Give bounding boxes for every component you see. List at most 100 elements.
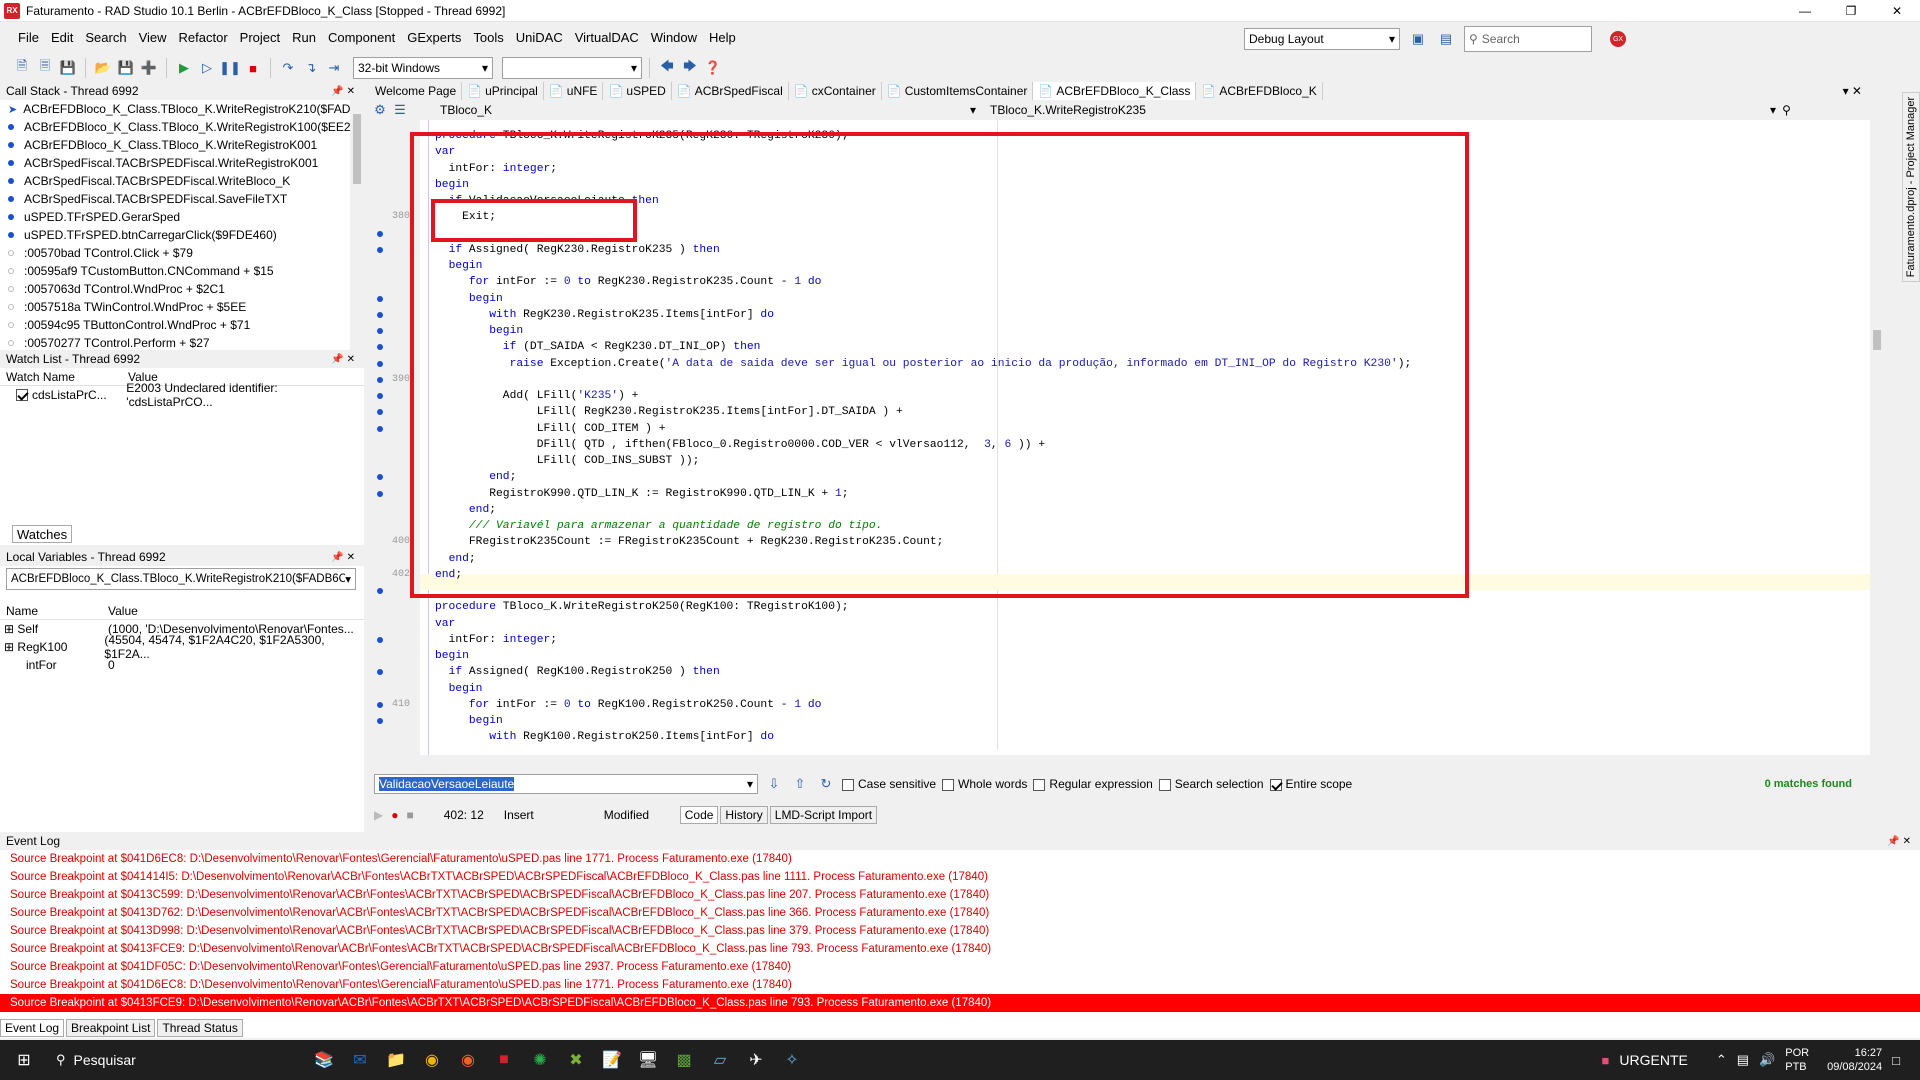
- tab-acbrspedfiscal[interactable]: 📄 ACBrSpedFiscal: [672, 82, 789, 100]
- tab-list-icon[interactable]: ▾ ✕: [1843, 84, 1862, 98]
- event-log-row[interactable]: Source Breakpoint at $041414I5: D:\Desen…: [0, 868, 1920, 886]
- menu-project[interactable]: Project: [234, 30, 286, 45]
- local-vars-frame-combo[interactable]: ACBrEFDBloco_K_Class.TBloco_K.WriteRegis…: [6, 568, 356, 590]
- rad-studio-taskbar-icon[interactable]: ■: [486, 1042, 522, 1078]
- terminal-icon[interactable]: ▩: [666, 1042, 702, 1078]
- call-stack-item[interactable]: ACBrEFDBloco_K_Class.TBloco_K.WriteRegis…: [0, 136, 364, 154]
- configuration-combo[interactable]: ▾: [502, 57, 642, 79]
- menu-tools[interactable]: Tools: [467, 30, 509, 45]
- search-icon[interactable]: ⚲: [1782, 103, 1791, 117]
- tab-code[interactable]: Code: [679, 806, 719, 824]
- call-stack-item[interactable]: :00594c95 TButtonControl.WndProc + $71: [0, 316, 364, 334]
- save-layout-icon[interactable]: ▣: [1408, 29, 1428, 49]
- expand-icon[interactable]: ⊞: [4, 622, 14, 636]
- editor-scrollbar[interactable]: [1870, 120, 1884, 755]
- local-var-row[interactable]: ⊞ RegK100 (45504, 45474, $1F2A4C20, $1F2A…: [0, 633, 364, 661]
- expand-icon[interactable]: ⊞: [4, 640, 14, 654]
- call-stack-item[interactable]: :00570bad TControl.Click + $79: [0, 244, 364, 262]
- menu-component[interactable]: Component: [322, 30, 401, 45]
- nav-icon-2[interactable]: ☰: [390, 100, 410, 120]
- notepad-icon[interactable]: 📝: [594, 1042, 630, 1078]
- save-all-icon[interactable]: 💾: [116, 58, 136, 78]
- nav-method[interactable]: TBloco_K.WriteRegistroK235: [990, 103, 1770, 117]
- notification-icon[interactable]: ■: [1602, 1053, 1610, 1068]
- breakpoint-marker[interactable]: [377, 311, 383, 318]
- books-icon[interactable]: 📚: [306, 1042, 342, 1078]
- nav-class[interactable]: TBloco_K: [440, 103, 970, 117]
- menu-gexperts[interactable]: GExperts: [401, 30, 467, 45]
- step-over-icon[interactable]: ↷: [278, 58, 298, 78]
- search-text-input[interactable]: ValidacaoVersaoeLeiaute ▾: [374, 774, 758, 794]
- menu-run[interactable]: Run: [286, 30, 322, 45]
- tab-uprincipal[interactable]: 📄 uPrincipal: [462, 82, 544, 100]
- restore-button[interactable]: ❐: [1828, 0, 1874, 22]
- tool-icon[interactable]: ✖: [558, 1042, 594, 1078]
- open-project-icon[interactable]: 📂: [93, 58, 113, 78]
- network-app-icon[interactable]: ✺: [522, 1042, 558, 1078]
- menu-unidac[interactable]: UniDAC: [510, 30, 569, 45]
- tray-chevron-icon[interactable]: ⌃: [1716, 1052, 1727, 1068]
- breakpoint-marker[interactable]: [377, 360, 383, 367]
- tab-usped[interactable]: 📄 uSPED: [603, 82, 672, 100]
- menu-edit[interactable]: Edit: [45, 30, 79, 45]
- event-log-row[interactable]: Source Breakpoint at $041D6EC8: D:\Desen…: [0, 850, 1920, 868]
- call-stack-item[interactable]: ACBrSpedFiscal.TACBrSPEDFiscal.WriteBloc…: [0, 172, 364, 190]
- app-icon[interactable]: 🖥: [630, 1042, 666, 1078]
- call-stack-item[interactable]: :0057063d TControl.WndProc + $2C1: [0, 280, 364, 298]
- run-to-cursor-icon[interactable]: ⇥: [324, 58, 344, 78]
- clock[interactable]: 16:27 09/08/2024: [1827, 1046, 1882, 1074]
- layout-combo[interactable]: Debug Layout ▾: [1244, 28, 1400, 50]
- menu-search[interactable]: Search: [79, 30, 132, 45]
- pin-close-icon[interactable]: 📌✕: [331, 354, 358, 365]
- event-log-row[interactable]: Source Breakpoint at $0413FCE9: D:\Desen…: [0, 940, 1920, 958]
- urgent-label[interactable]: URGENTE: [1619, 1052, 1687, 1068]
- tab-cxcontainer[interactable]: 📄 cxContainer: [789, 82, 882, 100]
- breakpoint-marker[interactable]: [377, 328, 383, 334]
- save-icon[interactable]: 💾: [58, 58, 78, 78]
- case-sensitive-checkbox[interactable]: Case sensitive: [842, 777, 936, 791]
- entire-scope-checkbox[interactable]: Entire scope: [1269, 777, 1352, 791]
- pause-icon[interactable]: ❚❚: [219, 58, 241, 78]
- call-stack-item[interactable]: uSPED.TFrSPED.GerarSped: [0, 208, 364, 226]
- menu-help[interactable]: Help: [703, 30, 742, 45]
- language-indicator[interactable]: POR PTB: [1785, 1046, 1809, 1074]
- breakpoint-marker[interactable]: [377, 718, 383, 724]
- set-layout-icon[interactable]: ▤: [1436, 29, 1456, 49]
- stop-icon[interactable]: ■: [243, 58, 263, 78]
- macro-record-icon[interactable]: ●: [391, 808, 398, 822]
- run-icon[interactable]: ▶: [174, 58, 194, 78]
- breakpoint-marker[interactable]: [377, 230, 383, 237]
- macro-play-icon[interactable]: ▶: [374, 808, 383, 822]
- trace-into-icon[interactable]: ↴: [301, 58, 321, 78]
- project-manager-side-tab[interactable]: Faturamento.dproj - Project Manager: [1902, 92, 1920, 282]
- chevron-down-icon[interactable]: ▾: [970, 103, 976, 117]
- tab-lmd-script-import[interactable]: LMD-Script Import: [769, 806, 878, 824]
- tab-welcome-page[interactable]: Welcome Page: [370, 82, 463, 100]
- breakpoint-marker[interactable]: [377, 588, 383, 594]
- breakpoint-marker[interactable]: [377, 393, 383, 399]
- volume-icon[interactable]: 🔊: [1759, 1052, 1775, 1068]
- tab-event-log[interactable]: Event Log: [0, 1019, 65, 1037]
- tab-history[interactable]: History: [720, 806, 768, 824]
- breakpoint-marker[interactable]: [377, 409, 383, 416]
- menu-view[interactable]: View: [133, 30, 173, 45]
- find-next-icon[interactable]: ⇩: [764, 774, 784, 794]
- macro-stop-icon[interactable]: ■: [406, 808, 413, 822]
- whole-words-checkbox[interactable]: Whole words: [942, 777, 1027, 791]
- menu-virtualdac[interactable]: VirtualDAC: [569, 30, 645, 45]
- remote-icon[interactable]: ▱: [702, 1042, 738, 1078]
- platform-combo[interactable]: 32-bit Windows ▾: [353, 57, 493, 79]
- watch-row[interactable]: cdsListaPrC... E2003 Undeclared identifi…: [0, 381, 364, 409]
- tab-thread-status[interactable]: Thread Status: [157, 1019, 243, 1037]
- menu-file[interactable]: File: [12, 30, 45, 45]
- chrome-icon[interactable]: ◉: [414, 1042, 450, 1078]
- chevron-down-icon[interactable]: ▾: [1770, 103, 1776, 117]
- pin-close-icon[interactable]: 📌✕: [331, 86, 358, 97]
- breakpoint-marker[interactable]: [377, 344, 383, 351]
- forward-icon[interactable]: 🡆: [680, 58, 700, 78]
- breakpoint-marker[interactable]: [377, 246, 383, 253]
- tab-unfe[interactable]: 📄 uNFE: [544, 82, 604, 100]
- call-stack-item[interactable]: :00595af9 TCustomButton.CNCommand + $15: [0, 262, 364, 280]
- run-without-debug-icon[interactable]: ▷: [197, 58, 217, 78]
- call-stack-item[interactable]: ➤ ACBrEFDBloco_K_Class.TBloco_K.WriteRegi…: [0, 100, 364, 118]
